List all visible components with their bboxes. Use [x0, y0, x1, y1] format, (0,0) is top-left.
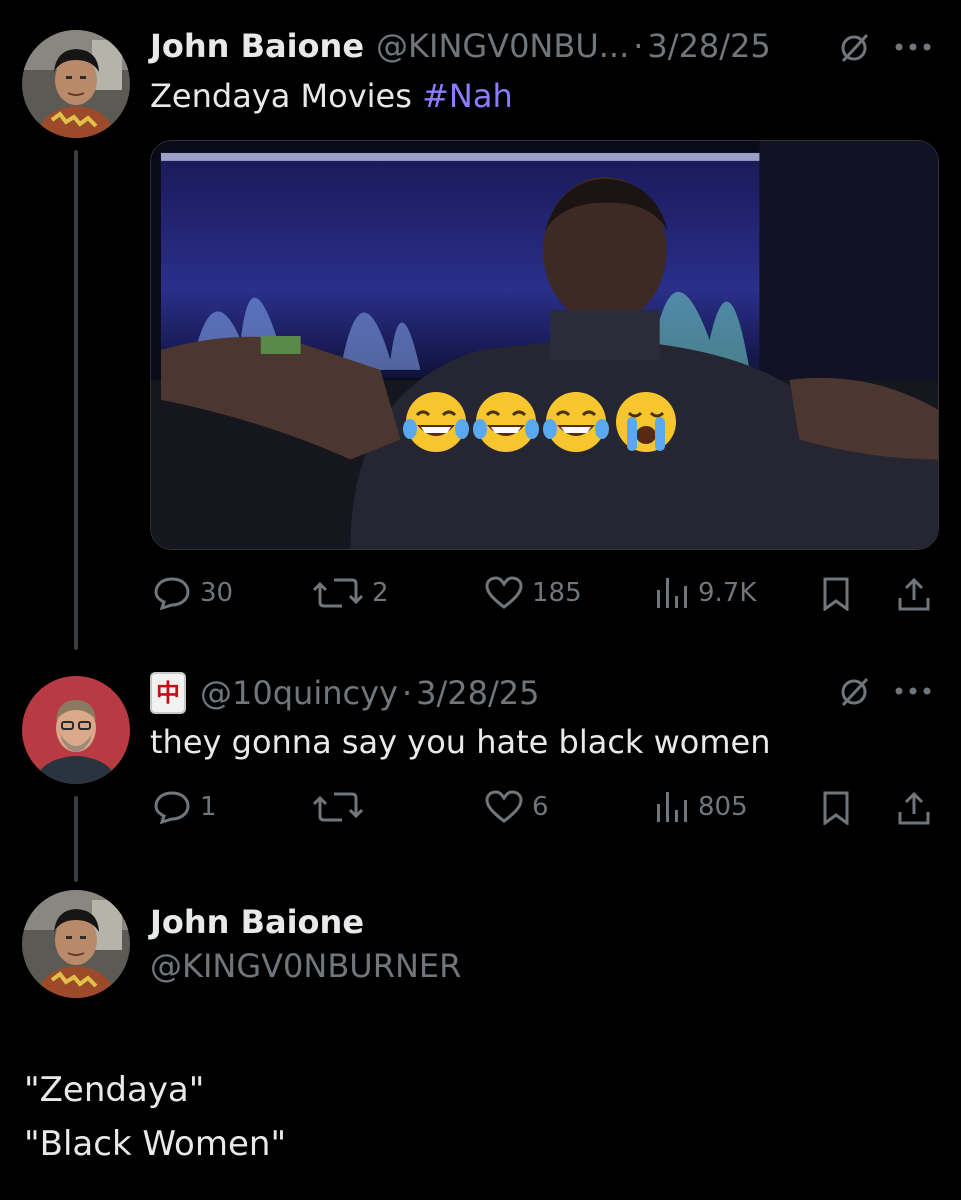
author-name[interactable]: John Baione	[150, 26, 364, 66]
more-icon[interactable]	[890, 674, 936, 708]
separator: ·	[633, 27, 644, 65]
repost-button[interactable]	[312, 790, 372, 824]
post-body: Zendaya Movies	[150, 77, 412, 115]
grok-slash-icon[interactable]	[834, 672, 874, 712]
thread-page: John Baione @KINGV0NBU... · 3/28/25 Zend…	[0, 0, 961, 1200]
bookmark-icon	[823, 577, 849, 611]
reply-button[interactable]: 1	[152, 790, 217, 824]
bookmark-button[interactable]	[818, 576, 854, 612]
post-body: they gonna say you hate black women	[150, 723, 771, 761]
emoji-tears-of-joy-1	[403, 389, 469, 455]
post-date[interactable]: 3/28/25	[416, 673, 539, 713]
emoji-overlay	[403, 389, 679, 455]
reply-count: 1	[200, 792, 217, 822]
author-name[interactable]: John Baione	[150, 902, 364, 942]
repost-icon	[312, 792, 364, 822]
bookmark-icon	[823, 791, 849, 825]
emoji-tears-of-joy-3	[543, 389, 609, 455]
share-icon	[898, 791, 930, 825]
avatar[interactable]	[22, 676, 130, 784]
like-button[interactable]: 6	[484, 790, 549, 824]
share-icon	[898, 577, 930, 611]
post-date[interactable]: 3/28/25	[647, 26, 770, 66]
like-icon	[485, 576, 523, 609]
repost-icon	[312, 578, 364, 608]
bookmark-button[interactable]	[818, 790, 854, 826]
post-header: 中 @10quincyy · 3/28/25	[150, 672, 539, 714]
views-icon	[657, 792, 687, 822]
thread-line	[74, 796, 78, 882]
mahjong-badge-icon: 中	[150, 672, 186, 714]
avatar[interactable]	[22, 30, 130, 138]
like-button[interactable]: 185	[484, 576, 582, 610]
reply-count: 30	[200, 578, 234, 608]
repost-button[interactable]: 2	[312, 576, 389, 610]
reply-button[interactable]: 30	[152, 576, 233, 610]
post-body-line: "Black Women"	[24, 1124, 287, 1164]
like-icon	[485, 790, 523, 823]
author-handle[interactable]: @KINGV0NBURNER	[150, 946, 461, 986]
repost-count: 2	[372, 578, 389, 608]
views-count: 805	[698, 792, 748, 822]
views-button[interactable]: 805	[654, 790, 748, 824]
avatar[interactable]	[22, 890, 130, 998]
author-handle-row: @KINGV0NBURNER	[150, 946, 461, 986]
like-count: 6	[532, 792, 549, 822]
reply-icon	[154, 577, 190, 610]
views-icon	[657, 578, 687, 608]
author-handle[interactable]: @KINGV0NBU...	[376, 26, 629, 66]
author-handle[interactable]: @10quincyy	[200, 673, 398, 713]
thread-line	[74, 150, 78, 650]
post-text: Zendaya Movies #Nah	[150, 76, 513, 116]
emoji-tears-of-joy-2	[473, 389, 539, 455]
emoji-loudly-crying	[613, 389, 679, 455]
share-button[interactable]	[894, 574, 934, 614]
video-media[interactable]	[150, 140, 939, 550]
hashtag-link[interactable]: #Nah	[422, 77, 513, 115]
share-button[interactable]	[894, 788, 934, 828]
views-count: 9.7K	[698, 578, 757, 608]
like-count: 185	[532, 578, 582, 608]
separator: ·	[401, 674, 413, 712]
views-button[interactable]: 9.7K	[654, 576, 756, 610]
post-header: John Baione @KINGV0NBU... · 3/28/25	[150, 26, 771, 66]
post-body-line: "Zendaya"	[24, 1070, 205, 1110]
grok-slash-icon[interactable]	[834, 28, 874, 68]
more-icon[interactable]	[890, 30, 936, 64]
post-header: John Baione	[150, 902, 376, 942]
reply-icon	[154, 791, 190, 824]
